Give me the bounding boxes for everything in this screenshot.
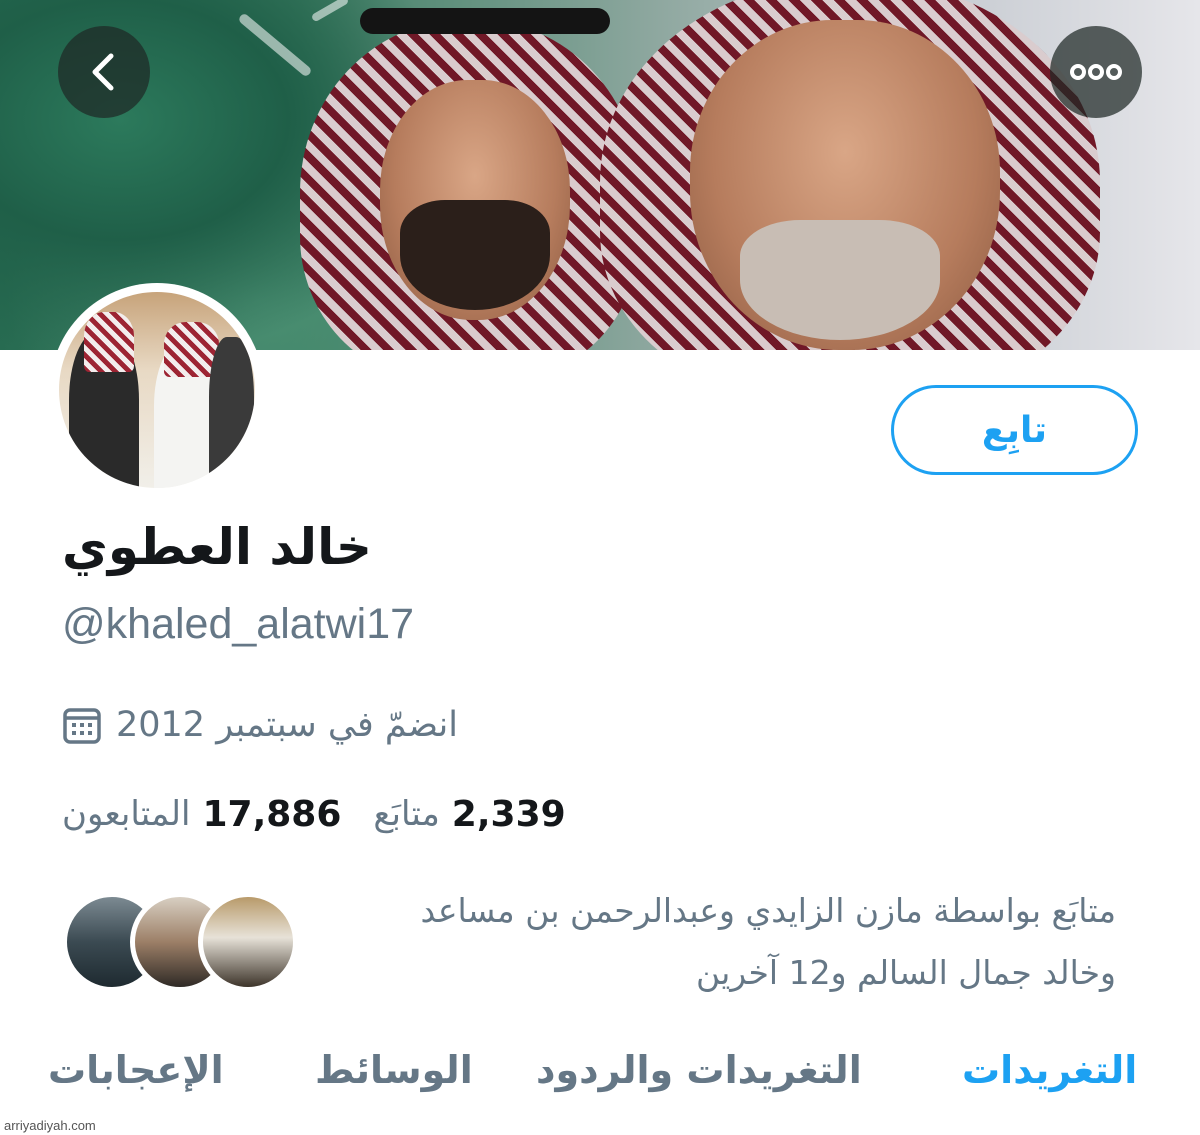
user-handle: @khaled_alatwi17 (62, 600, 415, 648)
tab-media[interactable]: الوسائط (315, 1048, 473, 1092)
profile-tabs: التغريدات التغريدات والردود الوسائط الإع… (0, 1048, 1200, 1118)
tab-likes[interactable]: الإعجابات (48, 1048, 224, 1092)
followed-by-line: متابَع بواسطة مازن الزايدي وعبدالرحمن بن… (420, 891, 1116, 930)
following-label[interactable]: متابَع (373, 794, 439, 834)
back-button[interactable] (58, 26, 150, 118)
chevron-left-icon (92, 53, 114, 91)
follow-button[interactable]: تابِع (891, 385, 1138, 475)
joined-date-text: انضمّ في سبتمبر 2012 (116, 705, 459, 745)
more-options-button[interactable] (1050, 26, 1142, 118)
follower-avatar (198, 892, 298, 992)
profile-avatar[interactable] (50, 283, 264, 497)
banner-person-right (600, 0, 1120, 350)
calendar-icon (63, 708, 101, 744)
followers-label[interactable]: المتابعون (62, 794, 190, 834)
followed-by-line: وخالد جمال السالم و12 آخرين (696, 953, 1116, 992)
watermark: arriyadiyah.com (4, 1118, 96, 1133)
followed-by-text[interactable]: متابَع بواسطة مازن الزايدي وعبدالرحمن بن… (316, 880, 1116, 1004)
following-count[interactable]: 2,339 (452, 794, 566, 835)
follow-stats: المتابعون 17,886 متابَع 2,339 (62, 788, 566, 840)
tab-tweets-replies[interactable]: التغريدات والردود (536, 1048, 862, 1092)
followers-count[interactable]: 17,886 (202, 794, 341, 835)
joined-date-row: انضمّ في سبتمبر 2012 (62, 700, 458, 750)
more-dots-icon (1070, 64, 1122, 80)
followed-by-avatars[interactable] (62, 892, 298, 992)
display-name: خالد العطوي (62, 518, 372, 576)
tab-tweets[interactable]: التغريدات (962, 1048, 1137, 1092)
